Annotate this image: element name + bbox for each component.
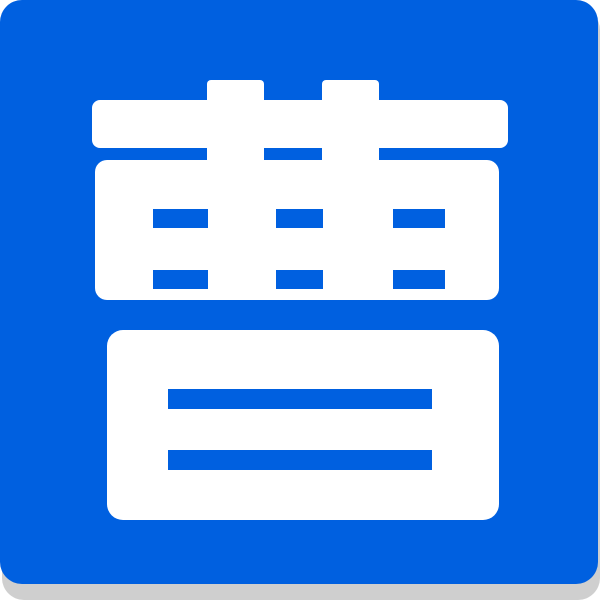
glyph-top-bar bbox=[92, 100, 508, 148]
glyph-lower-box bbox=[107, 330, 499, 520]
app-icon[interactable]: 曹 bbox=[0, 0, 600, 600]
icon-tile: 曹 bbox=[0, 0, 598, 584]
cao-character-icon: 曹 bbox=[0, 0, 598, 584]
